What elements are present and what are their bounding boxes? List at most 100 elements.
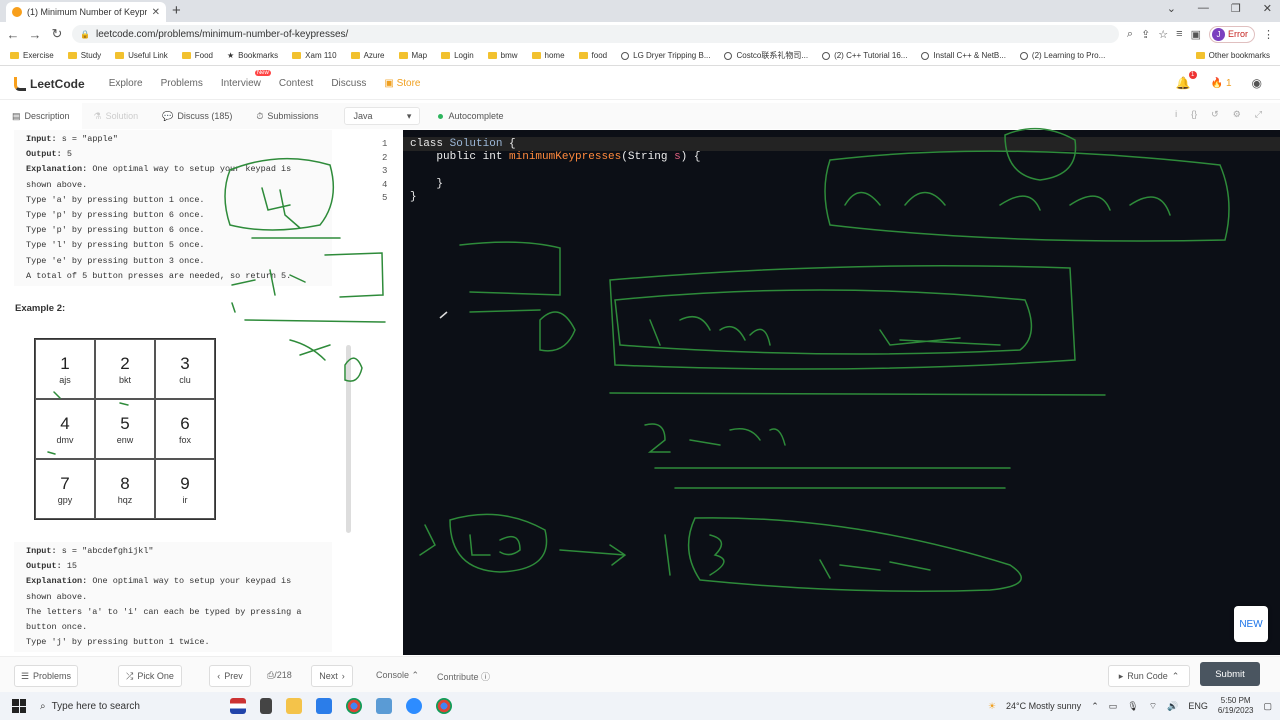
browser-tab[interactable]: (1) Minimum Number of Keypres ✕ xyxy=(6,2,166,22)
braces-icon[interactable]: {} xyxy=(1191,109,1197,120)
file-explorer-icon[interactable] xyxy=(286,698,302,714)
close-tab-icon[interactable]: ✕ xyxy=(152,7,160,18)
bookmark-item[interactable]: ★ Bookmarks xyxy=(227,51,278,60)
fullscreen-icon[interactable]: ⤢ xyxy=(1255,109,1262,120)
url-field[interactable]: 🔒 leetcode.com/problems/minimum-number-o… xyxy=(72,25,1119,43)
folder-icon xyxy=(398,52,408,59)
close-window-icon[interactable]: ✕ xyxy=(1263,2,1272,15)
windows-start-icon[interactable] xyxy=(12,699,26,713)
pick-one-button[interactable]: ⤮ Pick One xyxy=(118,665,182,687)
lock-icon[interactable]: 🔒 xyxy=(80,30,90,39)
bookmark-item[interactable]: (2) C++ Tutorial 16... xyxy=(822,51,907,60)
sidepanel-icon[interactable]: ▣ xyxy=(1191,28,1201,41)
tab-search-icon[interactable]: ⌄ xyxy=(1167,2,1176,15)
prev-button[interactable]: ‹ Prev xyxy=(209,665,251,687)
wifi-icon[interactable]: ⌔ xyxy=(1149,701,1157,712)
description-scrollbar[interactable] xyxy=(346,345,351,533)
zoom-app-icon[interactable] xyxy=(406,698,422,714)
bookmark-item[interactable]: Azure xyxy=(350,51,385,60)
leetcode-navbar: LeetCode Explore Problems Interview New C… xyxy=(0,68,1280,100)
user-avatar-icon[interactable]: ◉ xyxy=(1252,76,1262,90)
notification-bell-icon[interactable]: 🔔 1 xyxy=(1176,71,1197,90)
bookmark-item[interactable]: home xyxy=(531,51,565,60)
task-view-icon[interactable] xyxy=(260,698,272,714)
bookmark-item[interactable]: Costco联系礼物司... xyxy=(724,50,808,61)
restore-icon[interactable]: ❐ xyxy=(1231,2,1241,15)
console-toggle[interactable]: Console ⌃ xyxy=(376,670,419,681)
language-select[interactable]: Java ▾ xyxy=(344,107,421,125)
leetcode-logo[interactable]: LeetCode xyxy=(14,76,85,91)
tab-solution[interactable]: ⚗ Solution xyxy=(82,103,151,129)
nav-contest[interactable]: Contest xyxy=(279,78,313,89)
weather-text[interactable]: 24°C Mostly sunny xyxy=(1006,701,1081,711)
tab-submissions[interactable]: ⏱ Submissions xyxy=(244,103,330,129)
bookmark-item[interactable]: Study xyxy=(67,51,101,60)
bookmark-item[interactable]: Xam 110 xyxy=(292,51,337,60)
tab-description[interactable]: ▤ Description xyxy=(0,103,82,129)
nav-explore[interactable]: Explore xyxy=(109,78,143,89)
autocomplete-toggle[interactable]: Autocomplete xyxy=(438,111,504,121)
submit-button[interactable]: Submit xyxy=(1200,662,1260,686)
notifications-icon[interactable]: ▢ xyxy=(1263,701,1272,712)
share-icon[interactable]: ⇪ xyxy=(1141,28,1150,41)
chrome-icon[interactable] xyxy=(436,698,452,714)
news-flag-icon[interactable] xyxy=(230,698,246,714)
code-editor[interactable] xyxy=(403,130,1280,655)
example-line: shown above. xyxy=(26,178,320,193)
profile-error-label: Error xyxy=(1228,29,1248,39)
bookmark-item[interactable]: Exercise xyxy=(10,51,54,60)
reset-icon[interactable]: ↺ xyxy=(1211,109,1219,120)
example-line: Explanation: One optimal way to setup yo… xyxy=(26,162,320,177)
tab-discuss[interactable]: 💬 Discuss (185) xyxy=(150,103,244,129)
extensions-icon[interactable]: ≡ xyxy=(1176,28,1182,40)
new-feature-button[interactable]: NEW xyxy=(1234,606,1268,642)
nav-interview[interactable]: Interview New xyxy=(221,70,271,89)
star-icon[interactable]: ☆ xyxy=(1158,28,1168,41)
network-icon[interactable]: ▭ xyxy=(1109,701,1118,712)
nav-store[interactable]: ▣ Store xyxy=(384,78,420,89)
next-button[interactable]: Next › xyxy=(311,665,353,687)
mic-icon[interactable]: 🎙 xyxy=(1127,701,1138,712)
star-icon: ★ xyxy=(226,51,235,60)
nav-discuss[interactable]: Discuss xyxy=(331,78,366,89)
volume-icon[interactable]: 🔊 xyxy=(1167,701,1178,712)
menu-icon[interactable]: ⋮ xyxy=(1263,28,1274,41)
new-badge: New xyxy=(254,70,271,76)
vscode-icon[interactable] xyxy=(376,698,392,714)
submissions-icon: ⏱ xyxy=(256,110,264,121)
info-icon[interactable]: i xyxy=(1175,109,1177,120)
other-bookmarks[interactable]: Other bookmarks xyxy=(1195,51,1270,60)
profile-error-button[interactable]: J Error xyxy=(1209,25,1255,43)
outlook-icon[interactable] xyxy=(316,698,332,714)
bookmark-item[interactable]: Map xyxy=(398,51,427,60)
taskbar-clock[interactable]: 5:50 PM 6/19/2023 xyxy=(1218,696,1254,716)
bookmark-item[interactable]: Install C++ & NetB... xyxy=(921,51,1006,60)
bookmark-item[interactable]: food xyxy=(578,51,607,60)
bookmark-item[interactable]: Useful Link xyxy=(115,51,168,60)
new-tab-button[interactable]: + xyxy=(172,2,181,19)
example-line: Input: s = "apple" xyxy=(26,132,320,147)
nav-problems[interactable]: Problems xyxy=(161,78,203,89)
tray-chevron-icon[interactable]: ⌃ xyxy=(1091,701,1099,712)
problems-button[interactable]: ☰ Problems xyxy=(14,665,78,687)
shuffle-icon: ⤮ xyxy=(126,670,134,681)
bookmark-item[interactable]: Login xyxy=(441,51,474,60)
streak-fire-icon[interactable]: 🔥 1 xyxy=(1211,78,1232,89)
bookmark-item[interactable]: bmw xyxy=(487,51,518,60)
settings-icon[interactable]: ⚙ xyxy=(1233,109,1241,120)
bookmark-item[interactable]: LG Dryer Tripping B... xyxy=(621,51,710,60)
folder-icon xyxy=(441,52,451,59)
run-code-button[interactable]: ▸ Run Code ⌃ xyxy=(1108,665,1190,687)
reload-icon[interactable]: ↻ xyxy=(50,26,64,42)
bookmark-item[interactable]: Food xyxy=(181,51,213,60)
weather-sun-icon[interactable]: ☀ xyxy=(988,701,996,712)
language-indicator[interactable]: ENG xyxy=(1188,701,1208,711)
forward-icon[interactable]: → xyxy=(28,27,42,42)
zoom-icon[interactable]: ⌕ xyxy=(1127,28,1133,41)
taskbar-search[interactable]: ⌕ Type here to search xyxy=(40,695,190,717)
minimize-icon[interactable]: — xyxy=(1198,2,1209,15)
bookmark-item[interactable]: (2) Learning to Pro... xyxy=(1019,51,1105,60)
contribute-link[interactable]: Contribute ⓘ xyxy=(437,670,490,683)
back-icon[interactable]: ← xyxy=(6,27,20,42)
chrome-icon[interactable] xyxy=(346,698,362,714)
